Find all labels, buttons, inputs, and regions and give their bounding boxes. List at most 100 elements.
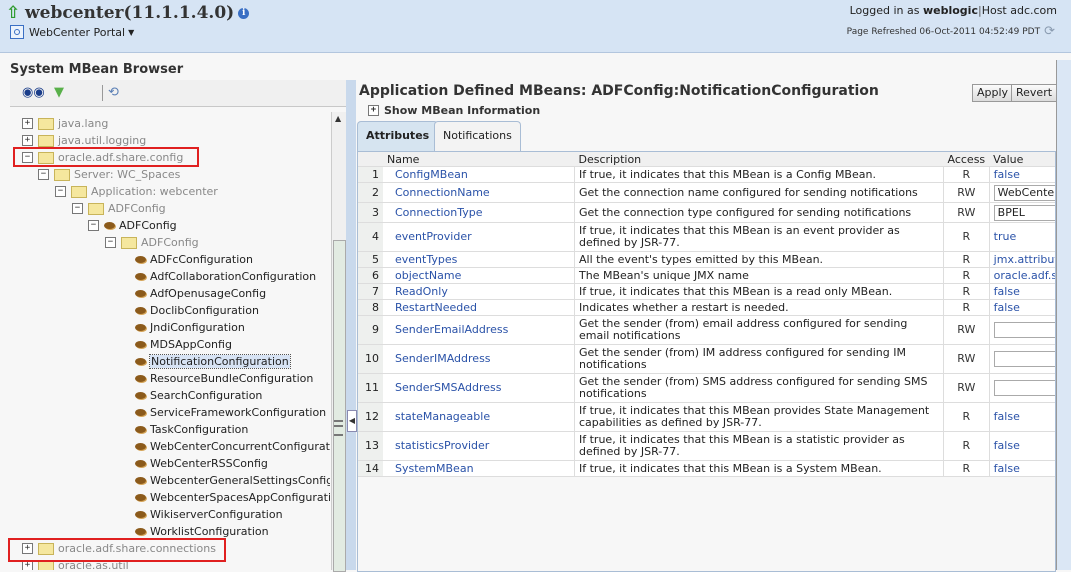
tree-node[interactable]: TaskConfiguration xyxy=(135,421,248,438)
table-row[interactable]: 7 ReadOnly If true, it indicates that this… xyxy=(358,283,1055,300)
attribute-value[interactable]: false xyxy=(989,460,1055,477)
tree-node-label: DoclibConfiguration xyxy=(150,304,259,317)
filter-icon[interactable]: ▼ xyxy=(54,85,64,100)
tree-node[interactable]: − ADFConfig xyxy=(88,217,177,234)
collapse-icon[interactable]: − xyxy=(55,186,66,197)
table-row[interactable]: 6 objectName The MBean's unique JMX name Ro… xyxy=(358,267,1055,284)
tree-node[interactable]: WikiserverConfiguration xyxy=(135,506,283,523)
attribute-name-link[interactable]: SenderIMAddress xyxy=(383,344,575,374)
mbean-icon xyxy=(135,392,146,399)
attribute-description: If true, it indicates that this MBean is… xyxy=(574,431,944,461)
attribute-value-input[interactable] xyxy=(993,380,1055,396)
attribute-name-link[interactable]: statisticsProvider xyxy=(383,431,575,461)
attribute-value-input[interactable] xyxy=(993,351,1055,367)
tree-node[interactable]: MDSAppConfig xyxy=(135,336,232,353)
tree-node[interactable]: WebcenterGeneralSettingsConfigurat xyxy=(135,472,330,489)
tree-node[interactable]: ServiceFrameworkConfiguration xyxy=(135,404,326,421)
collapse-icon[interactable]: − xyxy=(88,220,99,231)
table-row[interactable]: 8 RestartNeeded Indicates whether a restar… xyxy=(358,299,1055,316)
portal-menu[interactable]: WebCenter Portal ▼ xyxy=(10,25,134,39)
attribute-name-link[interactable]: SystemMBean xyxy=(383,460,575,477)
tree-node[interactable]: − Server: WC_Spaces xyxy=(38,166,180,183)
attribute-value[interactable]: true xyxy=(989,222,1055,252)
attribute-name-link[interactable]: ConnectionType xyxy=(383,202,575,223)
tree-node[interactable]: JndiConfiguration xyxy=(135,319,245,336)
table-row[interactable]: 4 eventProvider If true, it indicates that… xyxy=(358,222,1055,252)
col-description[interactable]: Description xyxy=(574,152,944,167)
tree-node[interactable]: NotificationConfiguration xyxy=(135,353,291,370)
col-access[interactable]: Access xyxy=(943,152,990,167)
tree-node[interactable]: AdfCollaborationConfiguration xyxy=(135,268,316,285)
panel-splitter[interactable] xyxy=(346,80,356,570)
host-label: Host xyxy=(981,4,1007,17)
table-row[interactable]: 13 statisticsProvider If true, it indicate… xyxy=(358,431,1055,461)
attribute-name-link[interactable]: objectName xyxy=(383,267,575,284)
attribute-name-link[interactable]: stateManageable xyxy=(383,402,575,432)
tree-node[interactable]: ADFcConfiguration xyxy=(135,251,253,268)
tree-node[interactable]: − Application: webcenter xyxy=(55,183,218,200)
tree-node[interactable]: SearchConfiguration xyxy=(135,387,262,404)
table-row[interactable]: 10 SenderIMAddress Get the sender (from) I… xyxy=(358,344,1055,374)
revert-button[interactable]: Revert xyxy=(1011,84,1058,102)
attribute-name-link[interactable]: ReadOnly xyxy=(383,283,575,300)
table-row[interactable]: 2 ConnectionName Get the connection name c… xyxy=(358,182,1055,203)
tree-node[interactable]: WebCenterConcurrentConfiguration xyxy=(135,438,330,455)
table-row[interactable]: 1 ConfigMBean If true, it indicates that t… xyxy=(358,166,1055,183)
attribute-value[interactable]: false xyxy=(989,283,1055,300)
tree-node[interactable]: WebCenterRSSConfig xyxy=(135,455,268,472)
apply-button[interactable]: Apply xyxy=(972,84,1014,102)
tree-node[interactable]: − ADFConfig xyxy=(105,234,199,251)
attribute-value[interactable]: oracle.adf.sha xyxy=(989,267,1055,284)
table-row[interactable]: 9 SenderEmailAddress Get the sender (from)… xyxy=(358,315,1055,345)
refresh-icon[interactable]: ⟳ xyxy=(1044,24,1055,39)
attribute-name-link[interactable]: ConnectionName xyxy=(383,182,575,203)
collapse-icon[interactable]: − xyxy=(72,203,83,214)
tree-node[interactable]: ResourceBundleConfiguration xyxy=(135,370,313,387)
attribute-name-link[interactable]: RestartNeeded xyxy=(383,299,575,316)
attribute-value-input[interactable]: WebCenter-W xyxy=(993,184,1055,201)
attribute-name-link[interactable]: SenderSMSAddress xyxy=(383,373,575,403)
info-icon[interactable]: i xyxy=(238,7,250,19)
binoculars-icon[interactable]: ◉◉ xyxy=(22,85,45,100)
table-row[interactable]: 12 stateManageable If true, it indicates t… xyxy=(358,402,1055,432)
scroll-up-icon[interactable]: ▲ xyxy=(335,114,341,123)
tree-node[interactable]: WebcenterSpacesAppConfiguration xyxy=(135,489,330,506)
collapse-icon[interactable]: − xyxy=(38,169,49,180)
table-row[interactable]: 14 SystemMBean If true, it indicates that … xyxy=(358,460,1055,477)
attribute-value: WebCenter-W xyxy=(989,182,1055,203)
attribute-value[interactable]: false xyxy=(989,299,1055,316)
tree-node[interactable]: DoclibConfiguration xyxy=(135,302,259,319)
col-value[interactable]: Value xyxy=(989,152,1055,167)
scroll-thumb[interactable] xyxy=(333,240,346,572)
tree-node[interactable]: + java.lang xyxy=(22,115,108,132)
attribute-value-input[interactable]: BPEL xyxy=(993,204,1055,221)
table-row[interactable]: 5 eventTypes All the event's types emitted… xyxy=(358,251,1055,268)
expand-icon[interactable]: + xyxy=(22,118,33,129)
attribute-value-input[interactable] xyxy=(993,322,1055,338)
table-row[interactable]: 3 ConnectionType Get the connection type c… xyxy=(358,202,1055,223)
tab-notifications[interactable]: Notifications xyxy=(434,121,521,152)
attribute-value[interactable]: jmx.attribute.c xyxy=(989,251,1055,268)
tab-attributes[interactable]: Attributes xyxy=(357,121,439,152)
tree-node[interactable]: AdfOpenusageConfig xyxy=(135,285,266,302)
collapse-left-icon[interactable]: ◀ xyxy=(347,410,357,432)
user-name[interactable]: weblogic xyxy=(923,4,978,17)
expand-icon[interactable]: + xyxy=(22,135,33,146)
collapse-icon[interactable]: − xyxy=(105,237,116,248)
table-row[interactable]: 11 SenderSMSAddress Get the sender (from) … xyxy=(358,373,1055,403)
grip-icon[interactable] xyxy=(334,420,343,436)
attribute-name-link[interactable]: ConfigMBean xyxy=(383,166,575,183)
show-mbean-info-toggle[interactable]: + Show MBean Information xyxy=(368,104,540,117)
mbean-icon xyxy=(135,358,146,365)
tree-node[interactable]: − ADFConfig xyxy=(72,200,166,217)
attribute-name-link[interactable]: eventTypes xyxy=(383,251,575,268)
tree-scrollbar[interactable]: ▲ xyxy=(331,112,346,572)
attribute-value[interactable]: false xyxy=(989,402,1055,432)
attribute-name-link[interactable]: eventProvider xyxy=(383,222,575,252)
col-name[interactable]: Name xyxy=(383,152,575,167)
attribute-value[interactable]: false xyxy=(989,166,1055,183)
refresh-icon[interactable]: ⟲ xyxy=(108,85,119,100)
up-arrow-icon[interactable]: ⇧ xyxy=(6,5,22,22)
attribute-name-link[interactable]: SenderEmailAddress xyxy=(383,315,575,345)
attribute-value[interactable]: false xyxy=(989,431,1055,461)
